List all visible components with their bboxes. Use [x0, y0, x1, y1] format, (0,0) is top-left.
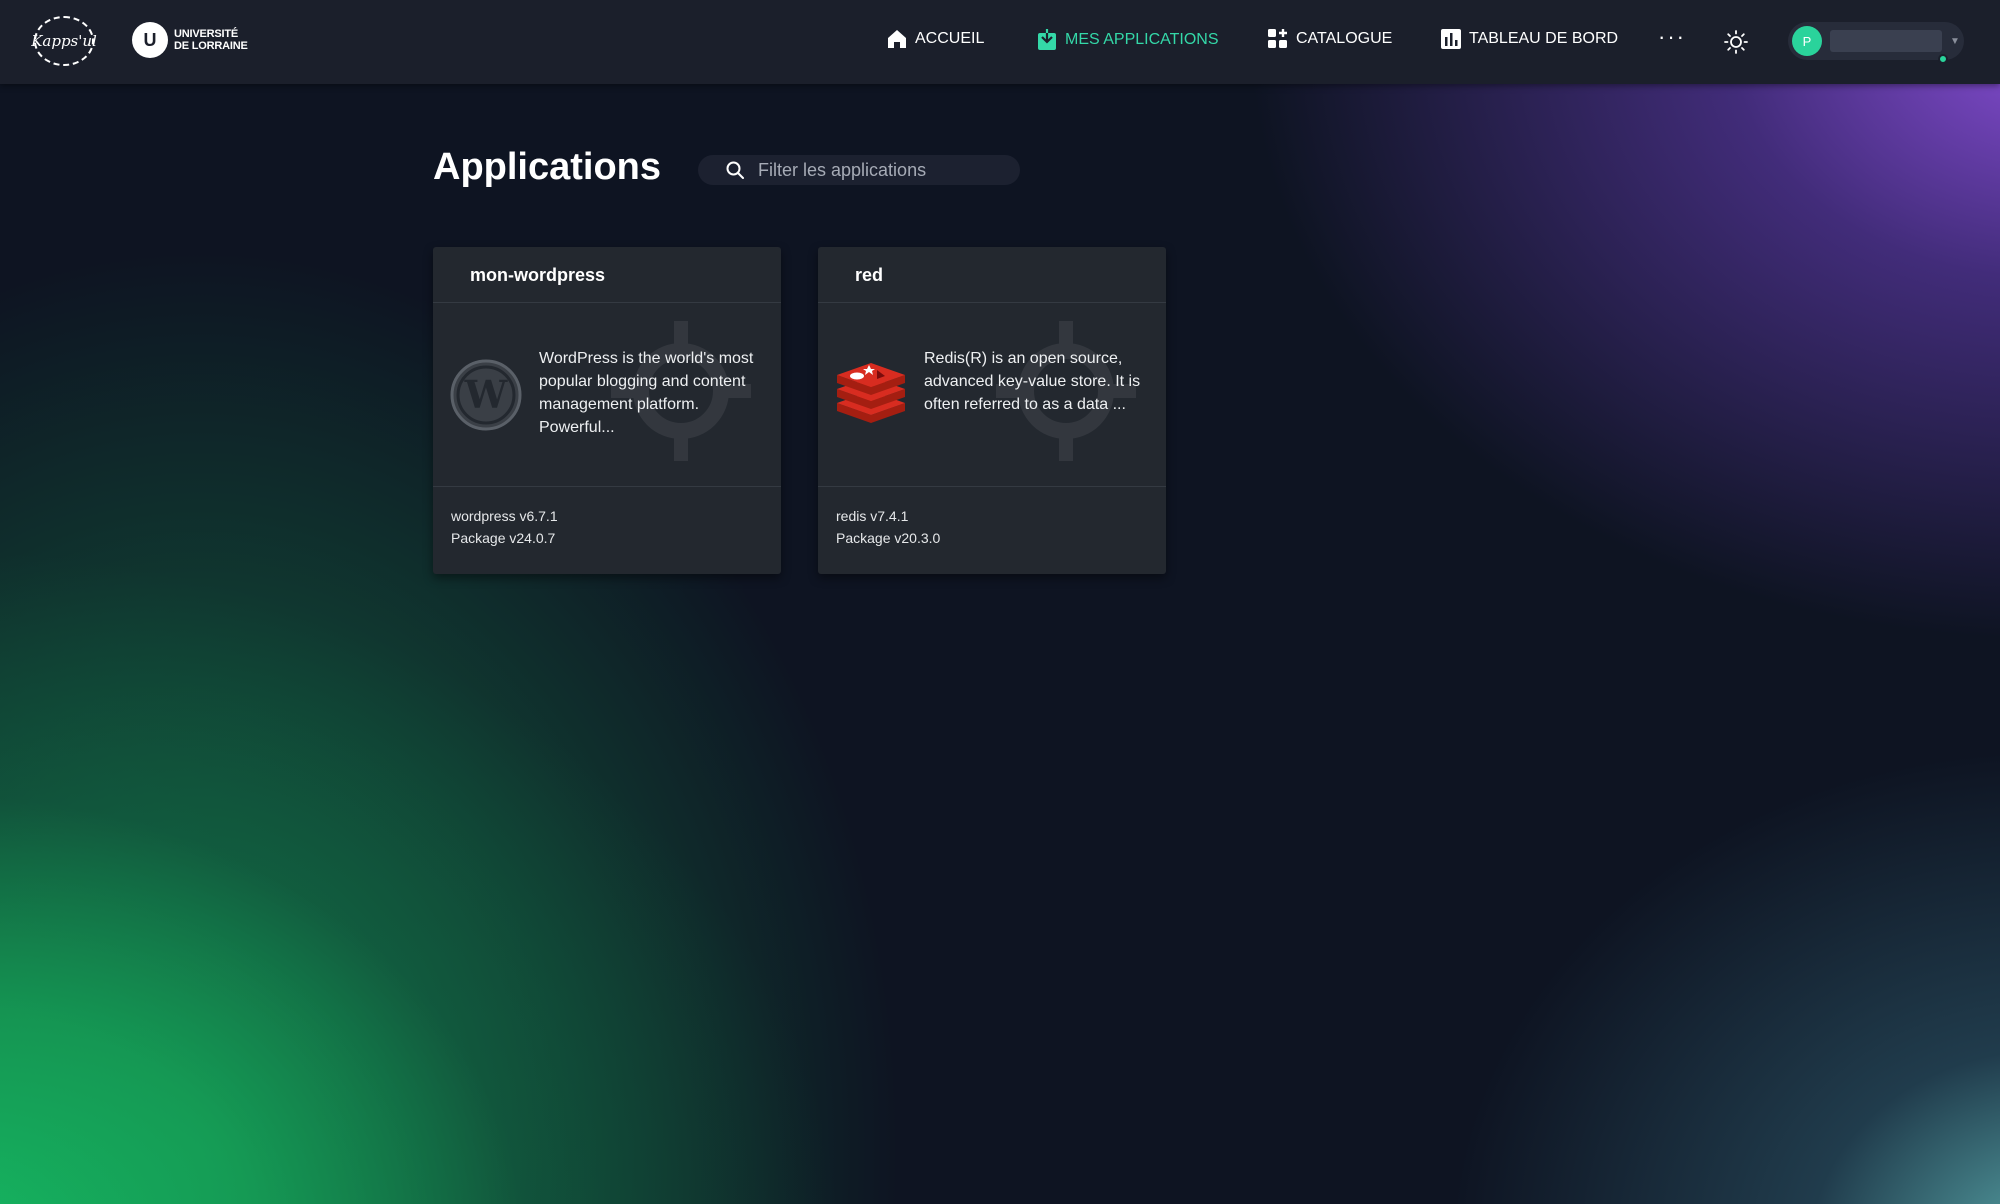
- home-icon: [888, 30, 906, 48]
- search-input[interactable]: [758, 159, 998, 181]
- universite-lorraine-logo[interactable]: U UNIVERSITÉ DE LORRAINE: [132, 22, 248, 58]
- nav-mes-applications[interactable]: MES APPLICATIONS: [1037, 29, 1219, 51]
- wordpress-logo-icon: W: [450, 359, 522, 431]
- ul-logo-line1: UNIVERSITÉ: [174, 28, 239, 40]
- more-menu-button[interactable]: ···: [1658, 24, 1686, 50]
- redis-logo-icon: [837, 363, 905, 423]
- app-version: redis v7.4.1: [836, 508, 909, 524]
- nav-catalogue[interactable]: CATALOGUE: [1268, 29, 1392, 49]
- svg-text:W: W: [464, 372, 509, 417]
- top-navbar: Kapps'ul U UNIVERSITÉ DE LORRAINE ACCUEI…: [0, 0, 2000, 84]
- app-card-title: mon-wordpress: [433, 247, 781, 303]
- nav-catalogue-label: CATALOGUE: [1296, 30, 1393, 47]
- app-card-description: WordPress is the world's most popular bl…: [539, 350, 754, 436]
- online-status-dot: [1938, 54, 1948, 64]
- apps-grid-icon: [1268, 29, 1287, 48]
- nav-tableau-de-bord-label: TABLEAU DE BORD: [1469, 30, 1619, 47]
- package-version: Package v20.3.0: [836, 530, 941, 546]
- nav-accueil[interactable]: ACCUEIL: [887, 29, 984, 49]
- app-version: wordpress v6.7.1: [451, 508, 558, 524]
- user-avatar: P: [1792, 26, 1822, 56]
- search-box[interactable]: [698, 155, 1020, 185]
- app-card-title: red: [818, 247, 1166, 303]
- chart-bar-icon: [1441, 29, 1461, 49]
- ul-logo-line2: DE LORRAINE: [174, 40, 248, 52]
- search-icon: [726, 161, 744, 179]
- download-box-icon: [1038, 29, 1056, 50]
- user-name-redacted: [1830, 30, 1942, 52]
- user-menu[interactable]: P ▼: [1788, 22, 1964, 64]
- nav-mes-applications-label: MES APPLICATIONS: [1065, 31, 1219, 48]
- nav-tableau-de-bord[interactable]: TABLEAU DE BORD: [1441, 29, 1618, 49]
- app-card-wordpress[interactable]: mon-wordpress W WordPress is the world's…: [433, 247, 781, 574]
- app-card-redis[interactable]: red Redis(R) is an open source, advanced…: [818, 247, 1166, 574]
- package-version: Package v24.0.7: [451, 530, 556, 546]
- kappsul-logo[interactable]: Kapps'ul: [31, 16, 97, 66]
- app-card-description: Redis(R) is an open source, advanced key…: [924, 350, 1141, 413]
- page-title: Applications: [433, 146, 662, 188]
- nav-accueil-label: ACCUEIL: [915, 30, 985, 47]
- ul-logo-mark: U: [132, 22, 168, 58]
- kappsul-logo-text: Kapps'ul: [31, 32, 97, 50]
- chevron-down-icon: ▼: [1950, 35, 1960, 47]
- theme-toggle-sun-icon[interactable]: [1724, 30, 1748, 54]
